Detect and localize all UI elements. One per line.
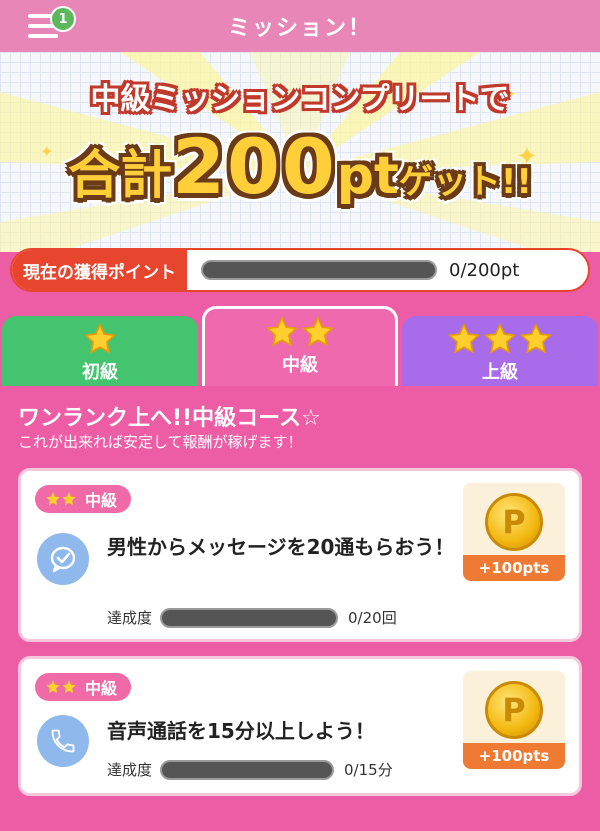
level-badge-label: 中級 xyxy=(85,679,118,698)
banner-suffix: ゲット!! xyxy=(398,162,532,202)
current-points-bar: 現在の獲得ポイント 0/200pt xyxy=(10,248,590,292)
star-icon xyxy=(265,315,299,347)
reward-label: +100pts xyxy=(463,743,565,769)
page-title: ミッション！ xyxy=(227,16,372,41)
progress-value: 0/15分 xyxy=(344,761,393,779)
campaign-banner: ✦ ✦ ✦ ✦ 中級ミッションコンプリートで 合計200ptゲット!! xyxy=(0,52,600,252)
level-badge: 中級 xyxy=(35,673,132,701)
reward-label: +100pts xyxy=(463,555,565,581)
banner-prefix: 合計 xyxy=(68,146,173,206)
banner-amount: 200 xyxy=(172,122,337,211)
progress-label: 達成度 xyxy=(107,609,153,627)
banner-unit: pt xyxy=(336,146,399,206)
banner-headline: 中級ミッションコンプリートで xyxy=(90,82,510,117)
star-icon xyxy=(447,322,481,354)
tab-advanced[interactable]: 上級 xyxy=(402,316,598,386)
tab-stars xyxy=(402,322,598,356)
chat-bubble-icon xyxy=(37,533,89,585)
mission-card[interactable]: 中級 音声通話を15分以上しよう！ 達成度 0/15分 P +100pts xyxy=(18,656,582,796)
tab-label: 中級 xyxy=(282,355,318,376)
coin-icon: P xyxy=(485,681,543,739)
tab-label: 上級 xyxy=(482,362,518,383)
menu-button[interactable]: 1 xyxy=(28,6,76,38)
star-icon xyxy=(483,322,517,354)
tab-intermediate[interactable]: 中級 xyxy=(202,306,398,386)
tab-label: 初級 xyxy=(82,362,118,383)
tab-stars xyxy=(205,315,395,349)
level-badge-label: 中級 xyxy=(85,491,118,510)
mission-description: 男性からメッセージを20通もらおう！ xyxy=(107,535,455,559)
mission-card[interactable]: 中級 男性からメッセージを20通もらおう！ 達成度 0/20回 P +100pt… xyxy=(18,468,582,642)
mission-progress: 達成度 0/20回 xyxy=(107,607,397,628)
mission-progress-track xyxy=(160,607,339,628)
mission-progress-track xyxy=(160,759,335,780)
tab-beginner[interactable]: 初級 xyxy=(2,316,198,386)
star-icon xyxy=(301,315,335,347)
reward-box: P +100pts xyxy=(463,671,565,769)
points-progress-track xyxy=(201,260,437,280)
progress-label: 達成度 xyxy=(107,761,153,779)
app-header: 1 ミッション！ xyxy=(0,0,600,52)
reward-box: P +100pts xyxy=(463,483,565,581)
notification-badge: 1 xyxy=(50,6,76,32)
section-subtitle: これが出来れば安定して報酬が稼げます！ xyxy=(18,433,303,451)
mission-progress: 達成度 0/15分 xyxy=(107,759,393,780)
mission-description: 音声通話を15分以上しよう！ xyxy=(107,719,375,743)
tab-stars xyxy=(2,322,198,356)
current-points-label: 現在の獲得ポイント xyxy=(12,250,187,290)
hamburger-icon-bar xyxy=(28,34,58,38)
level-badge: 中級 xyxy=(35,485,132,513)
two-stars-icon xyxy=(45,679,77,695)
current-points-value: 0/200pt xyxy=(449,259,520,281)
section-title: ワンランク上へ!!中級コース☆ xyxy=(18,406,321,431)
coin-icon: P xyxy=(485,493,543,551)
star-icon xyxy=(519,322,553,354)
phone-icon xyxy=(37,715,89,767)
banner-reward-text: 合計200ptゲット!! xyxy=(0,122,600,211)
star-icon xyxy=(83,322,117,354)
progress-value: 0/20回 xyxy=(348,609,397,627)
two-stars-icon xyxy=(45,491,77,507)
